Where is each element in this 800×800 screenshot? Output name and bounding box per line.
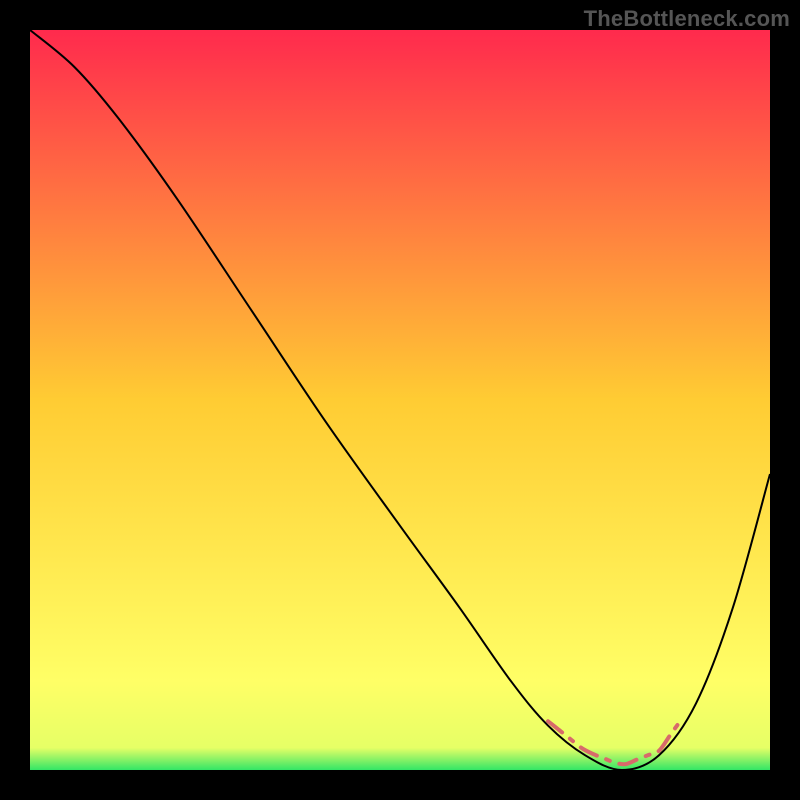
chart-svg xyxy=(30,30,770,770)
watermark-text: TheBottleneck.com xyxy=(584,6,790,32)
plot-area xyxy=(30,30,770,770)
chart-frame: TheBottleneck.com xyxy=(0,0,800,800)
gradient-background xyxy=(30,30,770,770)
